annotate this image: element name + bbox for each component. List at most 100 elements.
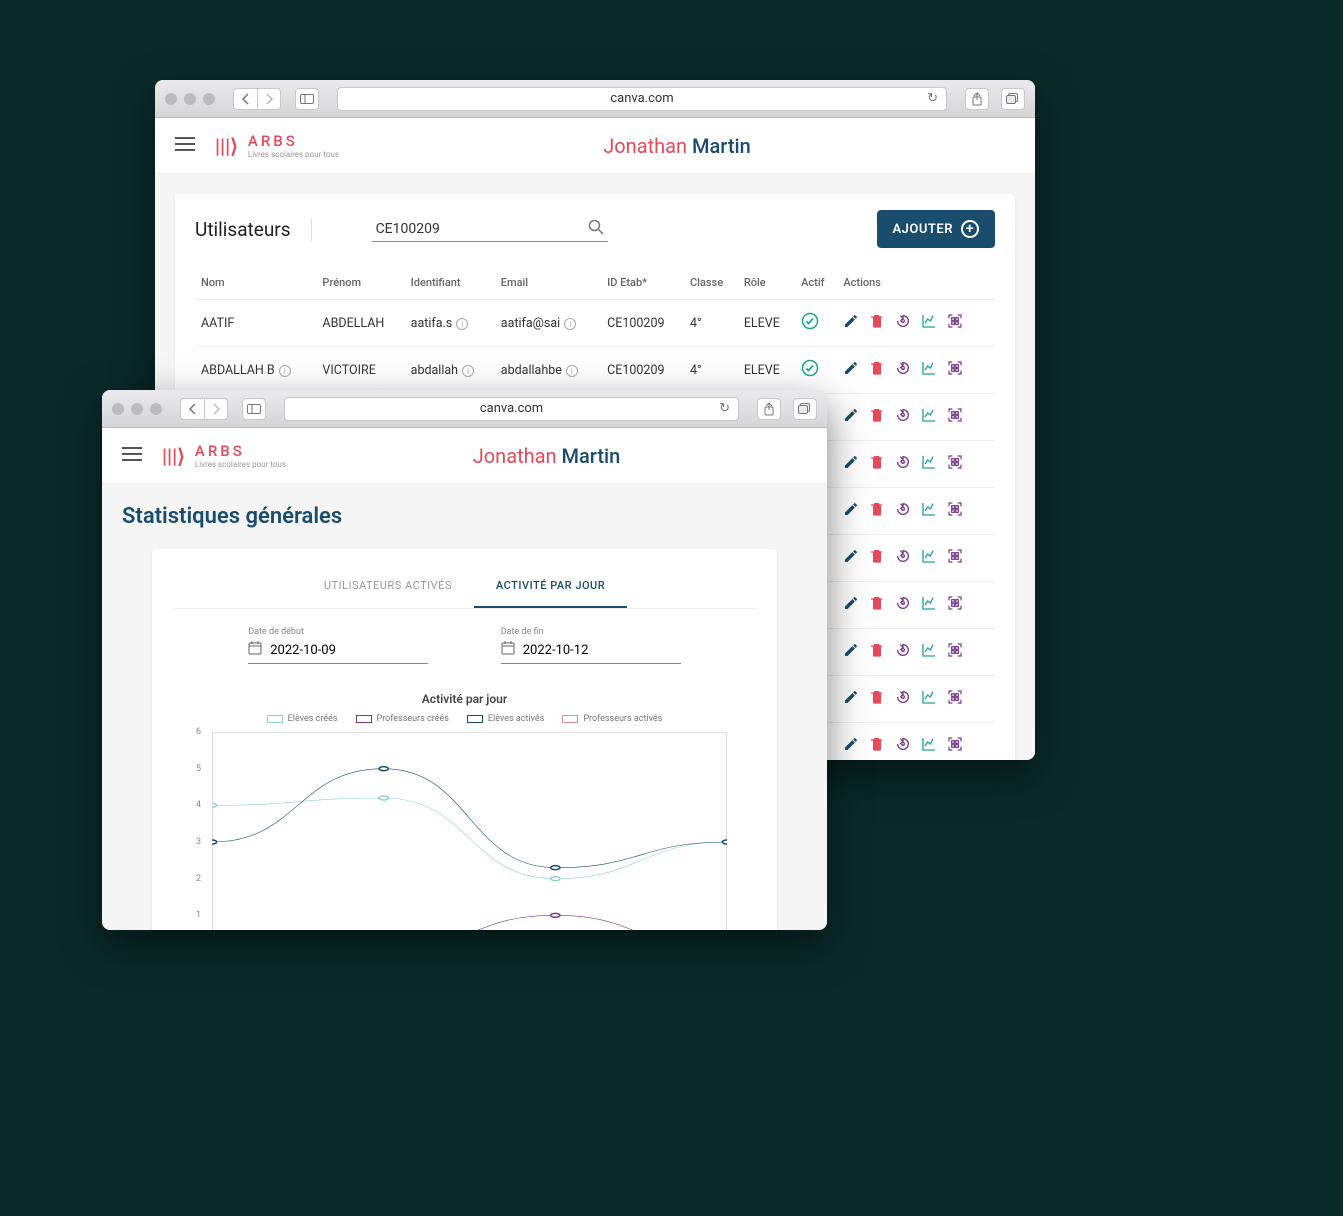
delete-icon[interactable]: [869, 501, 885, 521]
delete-icon[interactable]: [869, 736, 885, 756]
edit-icon[interactable]: [843, 736, 859, 756]
stats-icon[interactable]: [921, 689, 937, 709]
qr-icon[interactable]: [947, 313, 963, 333]
tab-users-activated[interactable]: UTILISATEURS ACTIVÉS: [302, 565, 474, 608]
info-icon[interactable]: i: [564, 318, 576, 330]
qr-icon[interactable]: [947, 548, 963, 568]
delete-icon[interactable]: [869, 689, 885, 709]
brand-logo[interactable]: |||⟩ ARBS Livres scolaires pour tous: [215, 132, 339, 159]
max-dot[interactable]: [203, 93, 215, 105]
page-title: Utilisateurs: [195, 218, 312, 241]
info-icon[interactable]: i: [462, 365, 474, 377]
min-dot[interactable]: [184, 93, 196, 105]
back-button[interactable]: [180, 398, 204, 420]
stats-icon[interactable]: [921, 595, 937, 615]
menu-icon[interactable]: [175, 136, 195, 155]
tabs-button[interactable]: [793, 398, 817, 420]
add-user-button[interactable]: AJOUTER +: [877, 210, 996, 248]
share-button[interactable]: [965, 88, 989, 110]
qr-icon[interactable]: [947, 595, 963, 615]
reset-password-icon[interactable]: [895, 454, 911, 474]
tabs-button[interactable]: [1001, 88, 1025, 110]
stats-icon[interactable]: [921, 360, 937, 380]
reset-password-icon[interactable]: [895, 595, 911, 615]
edit-icon[interactable]: [843, 454, 859, 474]
search-icon[interactable]: [588, 219, 604, 239]
delete-icon[interactable]: [869, 642, 885, 662]
share-button[interactable]: [757, 398, 781, 420]
edit-icon[interactable]: [843, 313, 859, 333]
stats-icon[interactable]: [921, 407, 937, 427]
date-start-field[interactable]: Date de début 2022-10-09: [248, 627, 428, 664]
col-identifiant: Identifiant: [405, 266, 495, 300]
col-actions: Actions: [837, 266, 995, 300]
brand-logo[interactable]: |||⟩ ARBS Livres scolaires pour tous: [162, 442, 286, 469]
edit-icon[interactable]: [843, 548, 859, 568]
table-row: AATIFABDELLAHaatifa.siaatifa@saiiCE10020…: [195, 300, 995, 347]
sidebar-toggle[interactable]: [242, 398, 266, 420]
delete-icon[interactable]: [869, 360, 885, 380]
qr-icon[interactable]: [947, 407, 963, 427]
calendar-icon[interactable]: [501, 641, 515, 659]
date-end-field[interactable]: Date de fin 2022-10-12: [501, 627, 681, 664]
close-dot[interactable]: [112, 403, 124, 415]
traffic-lights[interactable]: [112, 403, 162, 415]
reset-password-icon[interactable]: [895, 548, 911, 568]
reset-password-icon[interactable]: [895, 736, 911, 756]
stats-icon[interactable]: [921, 548, 937, 568]
stats-icon[interactable]: [921, 736, 937, 756]
user-first-name: Jonathan: [473, 444, 557, 468]
close-dot[interactable]: [165, 93, 177, 105]
search-input[interactable]: [376, 221, 588, 237]
tab-activity-per-day[interactable]: ACTIVITÉ PAR JOUR: [474, 565, 627, 608]
stats-icon[interactable]: [921, 313, 937, 333]
qr-icon[interactable]: [947, 360, 963, 380]
search-field[interactable]: [372, 217, 608, 242]
legend-ea: Elèves activés: [488, 714, 544, 724]
info-icon[interactable]: i: [566, 365, 578, 377]
reset-password-icon[interactable]: [895, 689, 911, 709]
url-bar[interactable]: canva.com ↻: [284, 397, 739, 421]
qr-icon[interactable]: [947, 736, 963, 756]
menu-icon[interactable]: [122, 446, 142, 465]
max-dot[interactable]: [150, 403, 162, 415]
reload-icon[interactable]: ↻: [719, 401, 730, 416]
qr-icon[interactable]: [947, 501, 963, 521]
edit-icon[interactable]: [843, 642, 859, 662]
reset-password-icon[interactable]: [895, 501, 911, 521]
delete-icon[interactable]: [869, 548, 885, 568]
forward-button[interactable]: [204, 398, 228, 420]
reset-password-icon[interactable]: [895, 642, 911, 662]
app-header: |||⟩ ARBS Livres scolaires pour tous Jon…: [102, 428, 827, 484]
info-icon[interactable]: i: [456, 318, 468, 330]
brand-name: ARBS: [195, 442, 286, 460]
edit-icon[interactable]: [843, 501, 859, 521]
delete-icon[interactable]: [869, 454, 885, 474]
delete-icon[interactable]: [869, 407, 885, 427]
min-dot[interactable]: [131, 403, 143, 415]
qr-icon[interactable]: [947, 454, 963, 474]
edit-icon[interactable]: [843, 360, 859, 380]
url-bar[interactable]: canva.com ↻: [337, 87, 947, 111]
edit-icon[interactable]: [843, 407, 859, 427]
reset-password-icon[interactable]: [895, 313, 911, 333]
traffic-lights[interactable]: [165, 93, 215, 105]
edit-icon[interactable]: [843, 689, 859, 709]
reload-icon[interactable]: ↻: [927, 91, 938, 106]
qr-icon[interactable]: [947, 689, 963, 709]
stats-icon[interactable]: [921, 642, 937, 662]
stats-icon[interactable]: [921, 501, 937, 521]
forward-button[interactable]: [257, 88, 281, 110]
reset-password-icon[interactable]: [895, 360, 911, 380]
delete-icon[interactable]: [869, 313, 885, 333]
calendar-icon[interactable]: [248, 641, 262, 659]
info-icon[interactable]: i: [279, 365, 291, 377]
cell-actions: [837, 535, 995, 582]
edit-icon[interactable]: [843, 595, 859, 615]
delete-icon[interactable]: [869, 595, 885, 615]
reset-password-icon[interactable]: [895, 407, 911, 427]
stats-icon[interactable]: [921, 454, 937, 474]
sidebar-toggle[interactable]: [295, 88, 319, 110]
qr-icon[interactable]: [947, 642, 963, 662]
back-button[interactable]: [233, 88, 257, 110]
